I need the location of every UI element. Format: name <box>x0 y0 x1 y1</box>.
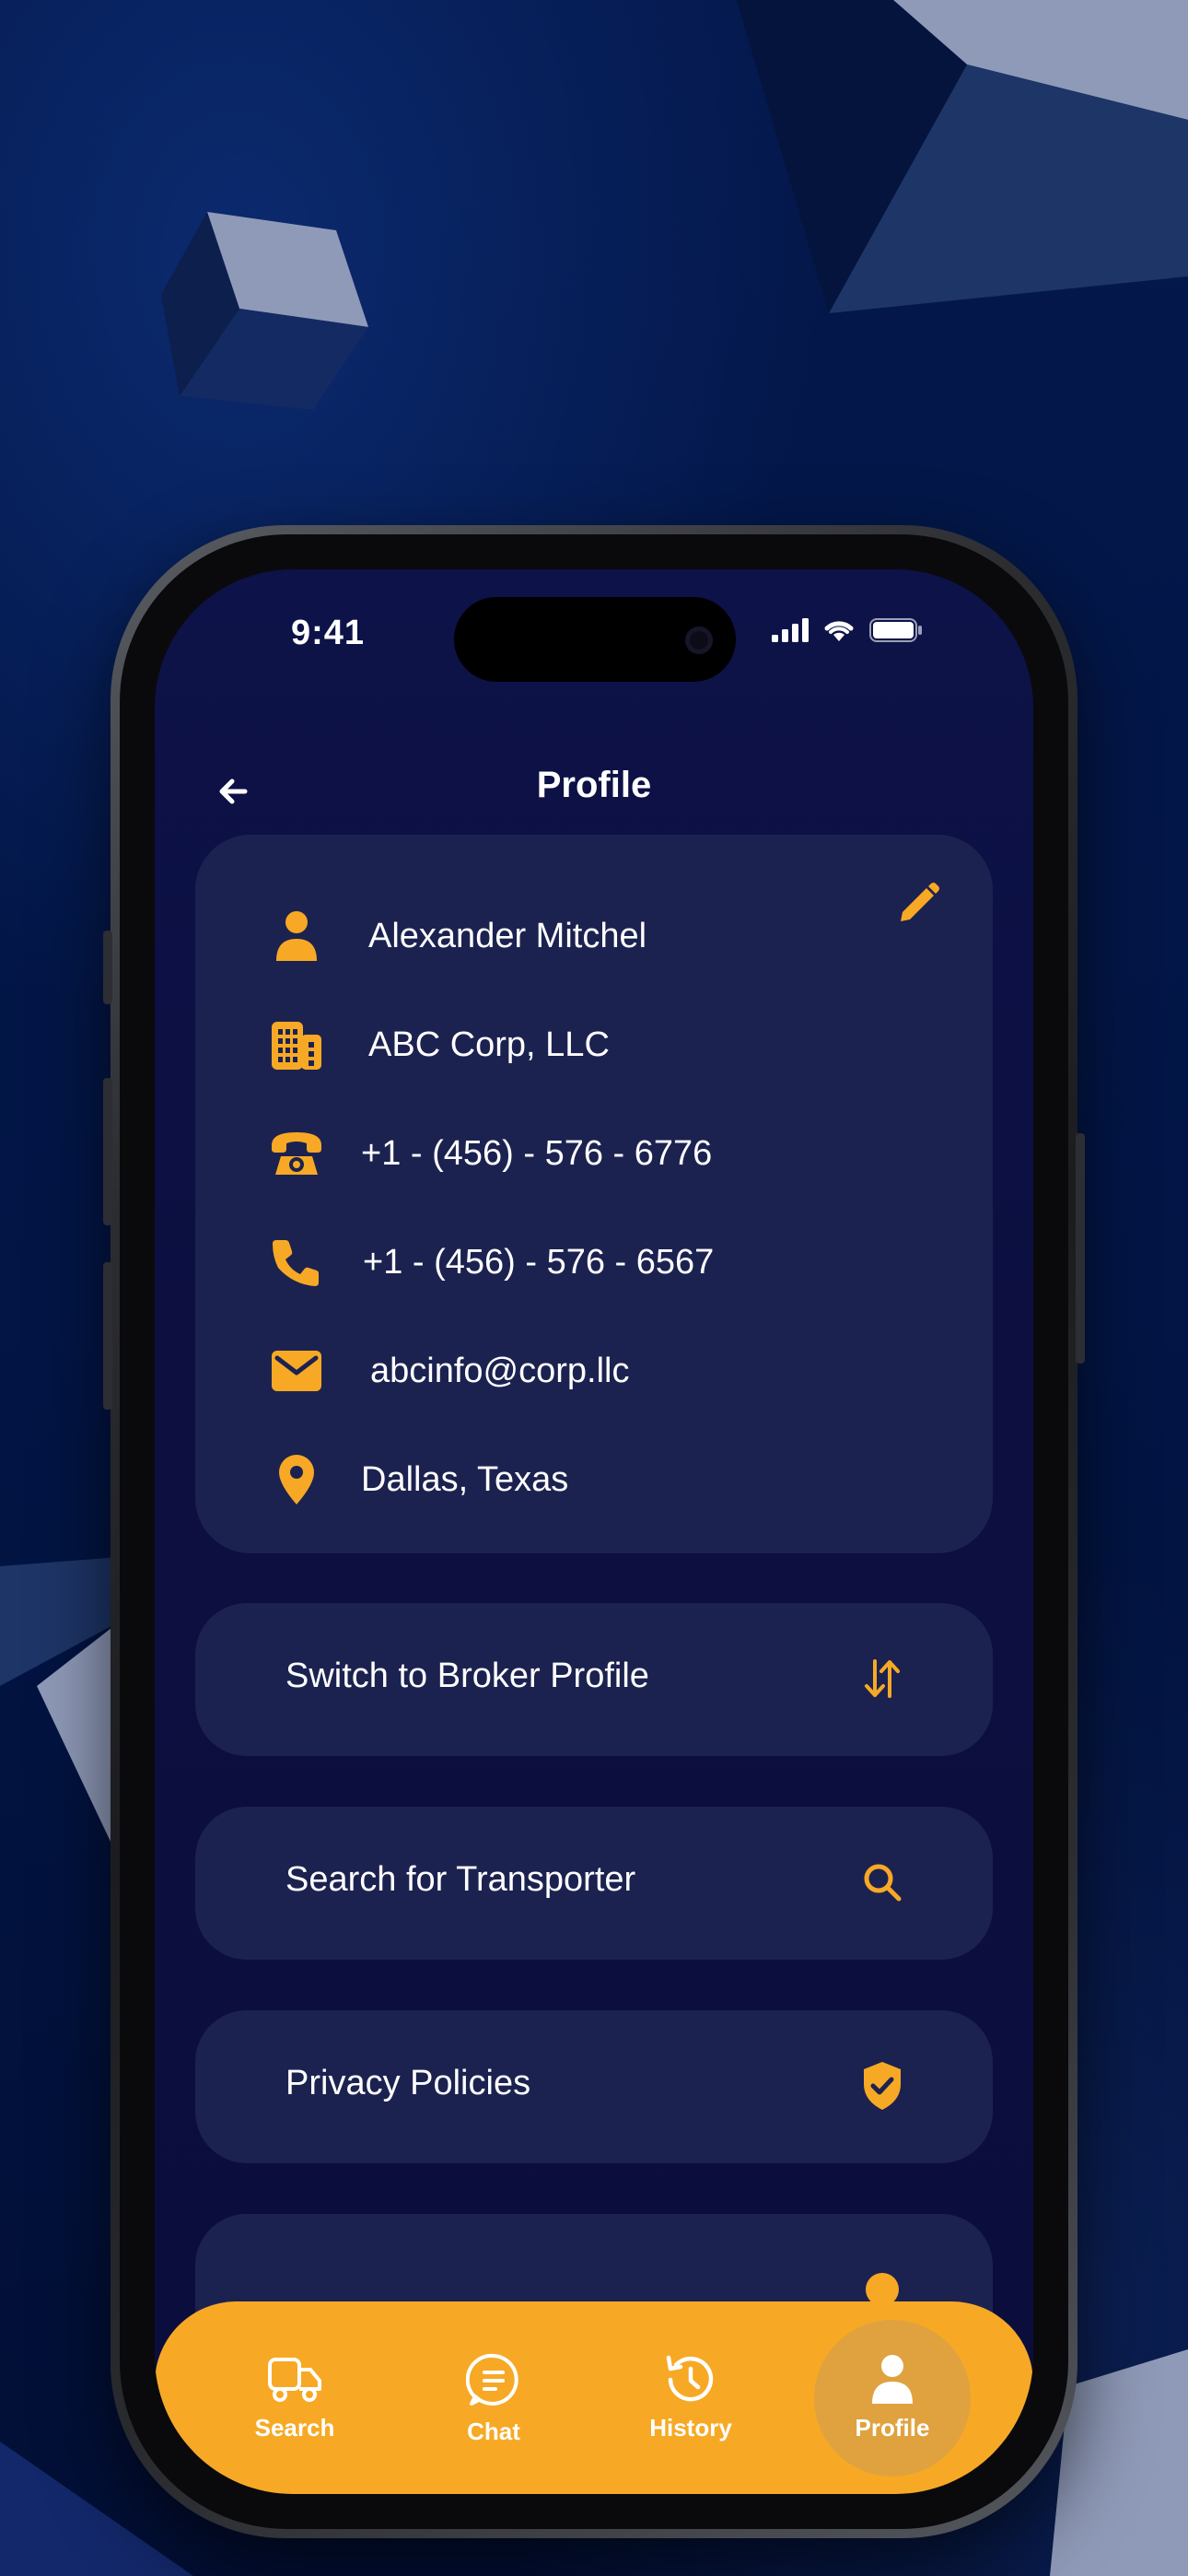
chat-icon <box>415 2348 572 2412</box>
menu-label: Switch to Broker Profile <box>285 1657 649 1695</box>
app-screen: 9:41 Profile Alexander Mitchel ABC Corp,… <box>155 569 1033 2494</box>
profile-phone-mobile[interactable]: +1 - (456) - 576 - 6567 <box>363 1243 714 1282</box>
history-icon <box>612 2348 769 2412</box>
page-header: Profile <box>155 754 1033 827</box>
decorative-cube-mid-left <box>0 1557 120 1861</box>
profile-company-row: ABC Corp, LLC <box>195 1013 993 1077</box>
privacy-policies-button[interactable]: Privacy Policies <box>195 2010 993 2163</box>
phone-power-button <box>1076 1133 1085 1364</box>
tab-label: Profile <box>855 2414 930 2441</box>
profile-location: Dallas, Texas <box>361 1459 569 1499</box>
tab-history[interactable]: History <box>612 2320 769 2476</box>
switch-to-broker-profile-button[interactable]: Switch to Broker Profile <box>195 1603 993 1756</box>
status-icons <box>772 617 923 643</box>
front-camera <box>685 626 713 654</box>
profile-info-card: Alexander Mitchel ABC Corp, LLC +1 - (45… <box>195 835 993 1553</box>
phone-volume-up-button <box>103 1078 112 1225</box>
truck-icon <box>216 2348 373 2412</box>
telephone-icon <box>269 1126 324 1181</box>
location-pin-icon <box>269 1452 324 1507</box>
menu-label: Privacy Policies <box>285 2064 531 2102</box>
user-icon <box>814 2348 971 2412</box>
wifi-icon <box>824 621 854 641</box>
profile-company: ABC Corp, LLC <box>368 1025 610 1064</box>
signal-icon <box>772 618 809 642</box>
tab-search[interactable]: Search <box>216 2320 373 2476</box>
building-icon <box>269 1017 324 1072</box>
tab-chat[interactable]: Chat <box>415 2320 572 2476</box>
profile-landline-row: +1 - (456) - 576 - 6776 <box>195 1121 993 1186</box>
tab-label: Chat <box>467 2418 520 2445</box>
profile-name-row: Alexander Mitchel <box>195 904 993 968</box>
decorative-cube-top-left <box>161 212 368 410</box>
profile-phone-landline[interactable]: +1 - (456) - 576 - 6776 <box>361 1134 712 1174</box>
bottom-tab-bar: Search Chat History Profile <box>155 2301 1033 2494</box>
search-for-transporter-button[interactable]: Search for Transporter <box>195 1807 993 1960</box>
profile-name: Alexander Mitchel <box>368 916 647 955</box>
profile-location-row: Dallas, Texas <box>195 1447 993 1512</box>
user-icon <box>269 908 324 964</box>
phone-icon <box>269 1235 324 1290</box>
phone-frame: 9:41 Profile Alexander Mitchel ABC Corp,… <box>103 525 1085 2538</box>
shield-check-icon <box>855 2058 910 2113</box>
battery-icon <box>869 618 922 642</box>
profile-email[interactable]: abcinfo@corp.llc <box>370 1352 629 1391</box>
tab-label: History <box>649 2414 732 2441</box>
status-time: 9:41 <box>291 614 366 652</box>
swap-vertical-icon <box>855 1651 910 1706</box>
status-bar: 9:41 <box>155 569 1033 682</box>
tab-label: Search <box>254 2414 335 2441</box>
page-title: Profile <box>536 765 652 805</box>
mail-icon <box>269 1343 324 1399</box>
profile-email-row: abcinfo@corp.llc <box>195 1339 993 1403</box>
profile-mobile-row: +1 - (456) - 576 - 6567 <box>195 1230 993 1294</box>
phone-action-button <box>103 931 112 1004</box>
decorative-cube-top-right <box>737 0 1188 313</box>
menu-label: Search for Transporter <box>285 1860 636 1899</box>
phone-volume-down-button <box>103 1262 112 1410</box>
tab-profile[interactable]: Profile <box>814 2320 971 2476</box>
search-icon <box>855 1855 910 1910</box>
